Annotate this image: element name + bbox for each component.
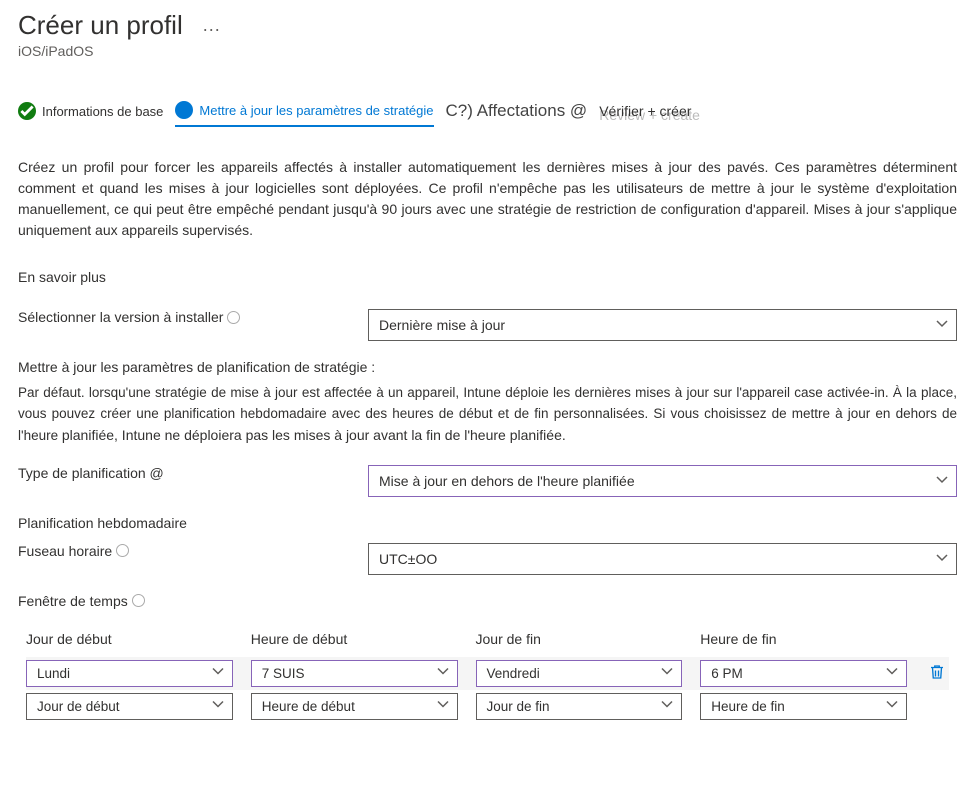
profile-description: Créez un profil pour forcer les appareil… [18, 157, 957, 241]
chevron-down-icon [661, 699, 673, 714]
step-review-label: Vérifier + créer [599, 103, 691, 119]
delete-row-button[interactable] [928, 663, 946, 684]
time-window-heading: Fenêtre de temps [18, 593, 957, 609]
chevron-down-icon [936, 551, 948, 567]
end-day-select[interactable]: Vendredi [476, 660, 683, 687]
col-start-time: Heure de début [251, 631, 458, 647]
timezone-select[interactable]: UTC±OO [368, 543, 957, 575]
page-header: Créer un profil ... iOS/iPadOS [18, 10, 957, 59]
step-assignments[interactable]: C?) Affectations @ [446, 101, 588, 127]
weekly-schedule-label: Planification hebdomadaire [18, 515, 957, 531]
current-step-icon [175, 101, 193, 119]
start-time-select[interactable]: 7 SUIS [251, 660, 458, 687]
step-basics[interactable]: Informations de base [18, 102, 163, 126]
chevron-down-icon [661, 666, 673, 681]
step-update-settings[interactable]: Mettre à jour les paramètres de stratégi… [175, 101, 433, 127]
version-label: Sélectionner la version à installer [18, 309, 368, 325]
time-window-table: Jour de début Heure de début Jour de fin… [26, 631, 949, 723]
info-icon[interactable] [116, 544, 129, 557]
timezone-label: Fuseau horaire [18, 543, 368, 559]
wizard-stepper: Informations de base Mettre à jour les p… [18, 101, 957, 127]
learn-more-link[interactable]: En savoir plus [18, 269, 957, 285]
info-icon[interactable] [227, 311, 240, 324]
step-update-settings-label: Mettre à jour les paramètres de stratégi… [199, 103, 433, 118]
page-title: Créer un profil [18, 10, 183, 41]
schedule-type-select[interactable]: Mise à jour en dehors de l'heure planifi… [368, 465, 957, 497]
more-actions-button[interactable]: ... [197, 15, 227, 36]
table-row: Jour de début Heure de début Jour de fin… [26, 690, 949, 723]
end-day-select[interactable]: Jour de fin [476, 693, 683, 720]
page-subtitle: iOS/iPadOS [18, 43, 957, 59]
chevron-down-icon [936, 317, 948, 333]
start-day-select[interactable]: Jour de début [26, 693, 233, 720]
step-basics-label: Informations de base [42, 104, 163, 119]
chevron-down-icon [437, 699, 449, 714]
chevron-down-icon [886, 699, 898, 714]
end-time-select[interactable]: 6 PM [700, 660, 907, 687]
col-end-day: Jour de fin [476, 631, 683, 647]
table-row: Lundi 7 SUIS Vendredi 6 PM [26, 657, 949, 690]
schedule-type-row: Type de planification @ Mise à jour en d… [18, 465, 957, 497]
schedule-params-heading: Mettre à jour les paramètres de planific… [18, 359, 957, 375]
chevron-down-icon [886, 666, 898, 681]
check-icon [18, 102, 36, 120]
col-end-time: Heure de fin [700, 631, 907, 647]
version-select[interactable]: Dernière mise à jour [368, 309, 957, 341]
version-field-row: Sélectionner la version à installer Dern… [18, 309, 957, 341]
step-review-create[interactable]: Review + create Vérifier + créer [599, 103, 691, 125]
schedule-type-label: Type de planification @ [18, 465, 368, 481]
end-time-select[interactable]: Heure de fin [700, 693, 907, 720]
info-icon[interactable] [132, 594, 145, 607]
chevron-down-icon [936, 473, 948, 489]
start-day-select[interactable]: Lundi [26, 660, 233, 687]
schedule-params-body: Par défaut. lorsqu'une stratégie de mise… [18, 383, 957, 447]
timezone-row: Fuseau horaire UTC±OO [18, 543, 957, 575]
chevron-down-icon [437, 666, 449, 681]
chevron-down-icon [212, 666, 224, 681]
col-start-day: Jour de début [26, 631, 233, 647]
start-time-select[interactable]: Heure de début [251, 693, 458, 720]
chevron-down-icon [212, 699, 224, 714]
